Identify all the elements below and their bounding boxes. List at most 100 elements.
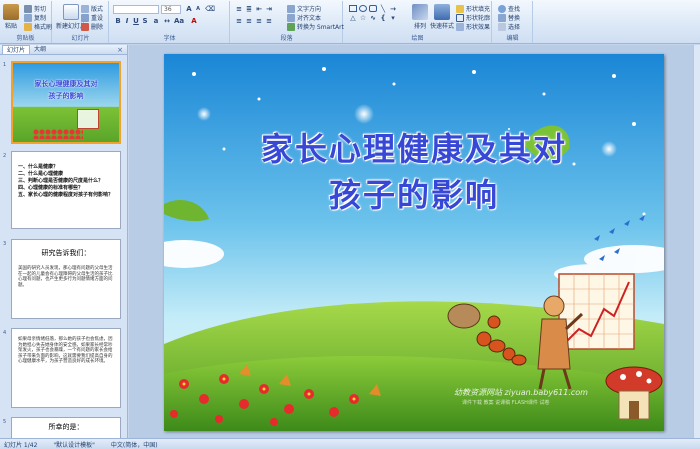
thumbnail-title-line1: 家长心理健康及其对 xyxy=(34,79,98,88)
shadow-icon[interactable]: a xyxy=(152,17,160,25)
thumbnail-list-item: 四、心理健康的标准有哪些？ xyxy=(18,185,84,191)
thumbnail-list-item: 一、什么是健康？ xyxy=(18,164,59,170)
grow-font-icon[interactable]: A xyxy=(185,5,193,13)
tab-slides[interactable]: 幻灯片 xyxy=(2,45,31,54)
align-text-button[interactable]: 对齐文本 xyxy=(287,13,321,22)
slide-position: 幻灯片 1/42 xyxy=(4,441,38,449)
font-color-icon[interactable]: A xyxy=(190,17,198,25)
font-name-box[interactable] xyxy=(113,5,159,14)
increase-indent-icon[interactable]: ⇥ xyxy=(265,5,273,13)
justify-icon[interactable]: ≡ xyxy=(265,17,273,25)
tab-outline[interactable]: 大纲 xyxy=(30,45,50,54)
outline-icon xyxy=(456,13,464,22)
thumbnail-heading: 研究告诉我们： xyxy=(41,249,91,257)
spacing-icon[interactable]: ↔ xyxy=(163,17,171,25)
copy-icon xyxy=(24,13,32,22)
new-slide-icon xyxy=(63,4,79,20)
quick-styles-icon xyxy=(434,4,450,20)
thumbnail-number: 5 xyxy=(3,419,7,425)
font-group: 36 A A ⌫ B I U S a ↔ Aa A 字体 xyxy=(110,1,230,43)
arrow-shape-icon[interactable]: → xyxy=(389,5,397,13)
slide-title-line1[interactable]: 家长心理健康及其对 xyxy=(164,124,664,170)
layout-icon xyxy=(81,4,89,13)
thumbnail-list-item: 五、家长心理的健康程度对孩子有何影响？ xyxy=(18,192,114,198)
thumbnail-slide-2[interactable]: 一、什么是健康？ 二、什么是心理健康 三、判断心理是否健康的尺度是什么？ 四、心… xyxy=(11,151,121,229)
text-direction-button[interactable]: 文字方向 xyxy=(287,4,321,13)
arrange-icon xyxy=(412,4,428,20)
curve-shape-icon[interactable]: ∿ xyxy=(369,14,377,22)
find-button[interactable]: 查找 xyxy=(498,4,520,13)
copy-button[interactable]: 复制 xyxy=(24,13,46,22)
slide-title-line2[interactable]: 孩子的影响 xyxy=(164,170,664,216)
theme-name: "默认设计模板" xyxy=(53,441,95,449)
brace-shape-icon[interactable]: { xyxy=(379,14,387,22)
strike-icon[interactable]: S xyxy=(141,17,149,25)
thumbnail-slide-1[interactable]: 家长心理健康及其对 孩子的影响 xyxy=(11,61,121,144)
reset-icon xyxy=(81,13,89,22)
thumbnail-slide-3[interactable]: 研究告诉我们： 美国的研究人员发现，那心理有问题的父母生活在一起的儿童会有心理障… xyxy=(11,239,121,319)
replace-icon xyxy=(498,13,506,22)
effects-icon xyxy=(456,22,464,31)
rectangle-shape-icon[interactable] xyxy=(349,5,357,12)
clear-format-icon[interactable]: ⌫ xyxy=(205,5,215,13)
thumbnail-list-item: 二、什么是心理健康 xyxy=(18,171,64,177)
replace-button[interactable]: 替换 xyxy=(498,13,520,22)
drawing-group: ╲ → △ ☆ ∿ { ▾ 排列 快速样式 形状填充 形状轮廓 形状效果 绘图 xyxy=(344,1,492,43)
case-icon[interactable]: Aa xyxy=(174,17,184,25)
find-icon xyxy=(498,4,506,13)
layout-button[interactable]: 版式 xyxy=(81,4,103,13)
shrink-font-icon[interactable]: A xyxy=(194,5,202,13)
more-shapes-icon[interactable]: ▾ xyxy=(389,14,397,22)
shape-outline-button[interactable]: 形状轮廓 xyxy=(456,13,490,22)
delete-button[interactable]: 删除 xyxy=(81,22,103,31)
select-icon xyxy=(498,22,506,31)
underline-icon[interactable]: U xyxy=(132,17,140,25)
panel-tabs: 幻灯片 大纲 × xyxy=(0,45,127,55)
thumbnail-title-line2: 孩子的影响 xyxy=(48,91,84,100)
italic-icon[interactable]: I xyxy=(123,17,131,25)
font-size-box[interactable]: 36 xyxy=(161,5,181,14)
thumbnail-slide-4[interactable]: 如果母亲情绪低落，那么她的孩子也会焦虑，因为她担心失去她身体的安全感。如果家长经… xyxy=(11,328,121,408)
ribbon: 粘贴 剪切 复制 格式刷 剪贴板 新建幻灯片 版式 重设 删除 幻灯片 36 A… xyxy=(0,0,700,44)
triangle-shape-icon[interactable]: △ xyxy=(349,14,357,22)
align-left-icon[interactable]: ≡ xyxy=(235,17,243,25)
select-button[interactable]: 选择 xyxy=(498,22,520,31)
numbering-icon[interactable]: ≣ xyxy=(245,5,253,13)
cut-button[interactable]: 剪切 xyxy=(24,4,46,13)
thumbnail-chart-graphic xyxy=(77,109,99,129)
scissors-icon xyxy=(24,4,32,13)
thumbnail-number: 2 xyxy=(3,153,7,159)
language: 中文(简体，中国) xyxy=(110,441,158,449)
arrange-button[interactable]: 排列 xyxy=(412,4,428,30)
shape-fill-button[interactable]: 形状填充 xyxy=(456,4,490,13)
close-panel-icon[interactable]: × xyxy=(117,46,123,54)
format-painter-button[interactable]: 格式刷 xyxy=(24,22,52,31)
bold-icon[interactable]: B xyxy=(114,17,122,25)
drawing-label: 绘图 xyxy=(411,35,424,42)
editing-group: 查找 替换 选择 编辑 xyxy=(493,1,533,43)
paste-button[interactable]: 粘贴 xyxy=(3,4,19,30)
smartart-icon xyxy=(287,22,295,31)
thumbnail-heading: 所幸的是： xyxy=(48,423,84,431)
clipboard-label: 剪贴板 xyxy=(16,35,35,42)
brush-icon xyxy=(24,22,32,31)
bullets-icon[interactable]: ≡ xyxy=(235,5,243,13)
oval-shape-icon[interactable] xyxy=(359,5,367,12)
vertical-scrollbar[interactable] xyxy=(693,45,700,438)
align-right-icon[interactable]: ≡ xyxy=(255,17,263,25)
rounded-rect-shape-icon[interactable] xyxy=(369,5,377,12)
thumbnail-body: 美国的研究人员发现，那心理有问题的父母生活在一起的儿童会有心理障碍的父母生活的孩… xyxy=(18,266,113,288)
align-center-icon[interactable]: ≡ xyxy=(245,17,253,25)
quick-styles-button[interactable]: 快速样式 xyxy=(430,4,454,30)
smartart-button[interactable]: 转换为 SmartArt xyxy=(287,22,344,31)
shape-effects-button[interactable]: 形状效果 xyxy=(456,22,490,31)
clipboard-group: 粘贴 剪切 复制 格式刷 剪贴板 xyxy=(0,1,52,43)
thumbnail-slide-5[interactable]: 所幸的是： xyxy=(11,417,121,439)
line-shape-icon[interactable]: ╲ xyxy=(379,5,387,13)
star-shape-icon[interactable]: ☆ xyxy=(359,14,367,22)
reset-button[interactable]: 重设 xyxy=(81,13,103,22)
slide-watermark-sub: 课件下载 教案 说课稿 FLASH课件 试卷 xyxy=(462,400,550,406)
decrease-indent-icon[interactable]: ⇤ xyxy=(255,5,263,13)
editing-label: 编辑 xyxy=(506,35,519,42)
current-slide[interactable]: 家长心理健康及其对 孩子的影响 幼教资源网站 ziyuan.baby611.co… xyxy=(164,54,664,431)
